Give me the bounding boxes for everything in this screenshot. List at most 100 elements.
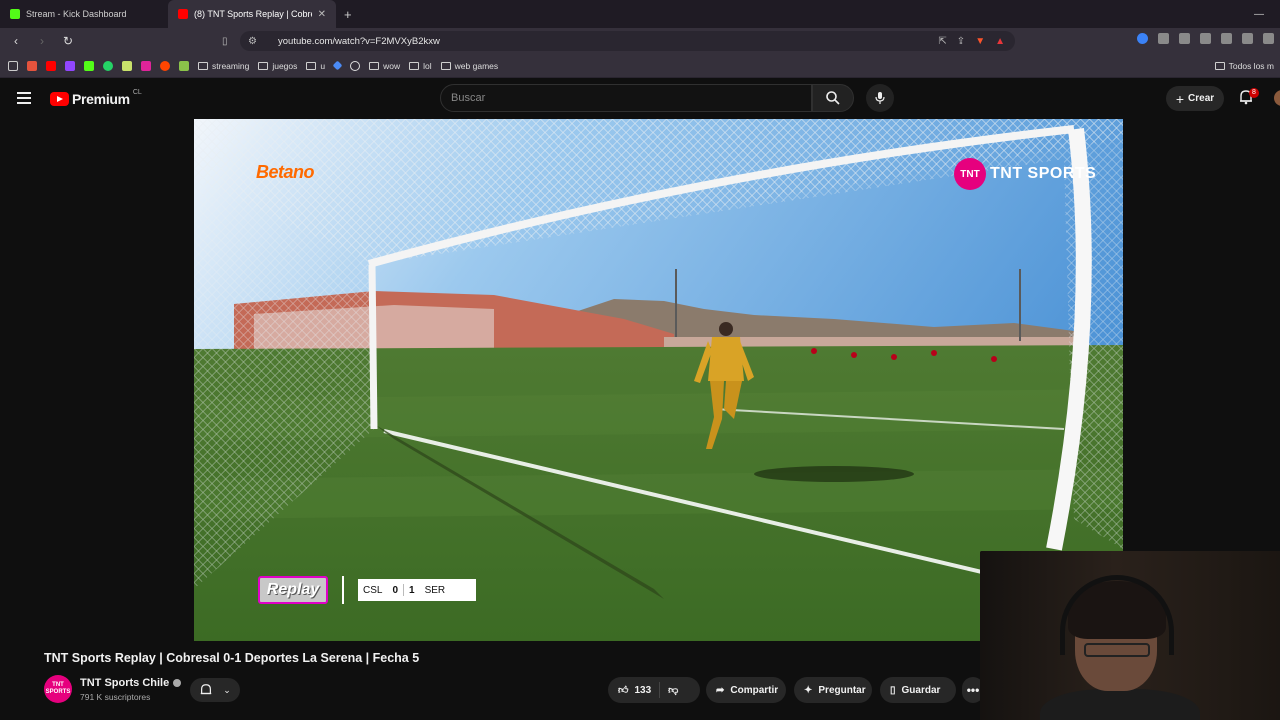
glasses-icon bbox=[1084, 643, 1150, 657]
reload-icon[interactable]: ↻ bbox=[60, 34, 76, 48]
reddit-icon[interactable] bbox=[160, 60, 170, 71]
music-icon[interactable] bbox=[1200, 33, 1211, 44]
wallet-icon[interactable] bbox=[1242, 33, 1253, 44]
folder-icon bbox=[258, 61, 269, 70]
like-dislike-group: 👍︎ 133 👎︎ bbox=[608, 677, 700, 703]
bookmark-label: web games bbox=[454, 60, 499, 71]
webcam-overlay bbox=[980, 551, 1280, 720]
bookmark-folder-juegos[interactable]: juegos bbox=[258, 61, 297, 71]
brave-shield-icon[interactable]: ▼ bbox=[975, 36, 985, 47]
youtube-header: Premium CL + Crear 8 bbox=[0, 79, 1280, 119]
brave-rewards-icon[interactable]: ▲ bbox=[995, 36, 1005, 47]
search-input[interactable] bbox=[441, 85, 811, 111]
create-label: Crear bbox=[1188, 93, 1215, 104]
video-title: TNT Sports Replay | Cobresal 0-1 Deporte… bbox=[44, 651, 420, 665]
folder-icon bbox=[369, 61, 380, 70]
apps-grid-icon[interactable] bbox=[8, 60, 18, 71]
youtube-logo[interactable]: Premium CL bbox=[50, 89, 142, 107]
score-divider bbox=[342, 576, 344, 604]
picarto-icon[interactable] bbox=[141, 60, 151, 71]
save-label: Guardar bbox=[901, 684, 941, 696]
dislike-button[interactable]: 👎︎ bbox=[660, 684, 678, 696]
youtube-icon[interactable] bbox=[46, 60, 56, 71]
bell-icon bbox=[200, 684, 212, 695]
new-tab-button[interactable]: + bbox=[336, 7, 360, 22]
bookmark-label: streaming bbox=[212, 60, 250, 71]
tab-title: Stream - Kick Dashboard bbox=[26, 9, 127, 19]
twitch-icon[interactable] bbox=[65, 60, 75, 71]
user-icon[interactable] bbox=[179, 60, 189, 71]
share-page-icon[interactable]: ⇪ bbox=[957, 36, 965, 47]
sparkle-icon: ✦ bbox=[804, 684, 813, 696]
search-button[interactable] bbox=[812, 84, 854, 112]
whatsapp-icon[interactable] bbox=[103, 60, 113, 71]
share-label: Compartir bbox=[730, 684, 779, 696]
search-icon bbox=[826, 91, 840, 105]
save-button[interactable]: ▯ Guardar bbox=[880, 677, 956, 703]
extensions-row bbox=[1137, 33, 1274, 44]
broadcaster-name: TNT SPORTS bbox=[990, 165, 1097, 182]
sidebar-icon[interactable] bbox=[1221, 33, 1232, 44]
gemini-icon[interactable] bbox=[332, 60, 343, 71]
menu-icon[interactable] bbox=[17, 92, 31, 107]
vpn-icon[interactable] bbox=[1263, 33, 1274, 44]
ask-label: Preguntar bbox=[818, 684, 866, 696]
bookmark-label: u bbox=[320, 60, 326, 71]
kick-icon[interactable] bbox=[84, 60, 94, 71]
window-controls: — bbox=[1254, 9, 1280, 20]
bookmark-folder-u[interactable]: u bbox=[306, 61, 325, 71]
youtube-play-icon bbox=[50, 92, 69, 106]
scoreboard: CSL 0 1 SER bbox=[358, 579, 476, 601]
subscriber-count: 791 K suscriptores bbox=[80, 692, 151, 702]
away-team: SER bbox=[424, 584, 446, 596]
account-avatar[interactable] bbox=[1274, 90, 1280, 106]
share-button[interactable]: ➦ Compartir bbox=[706, 677, 786, 703]
tab-title: (8) TNT Sports Replay | Cobre bbox=[194, 9, 312, 19]
channel-avatar-text: TNT SPORTS bbox=[45, 682, 71, 695]
bookmarks-bar: streaming juegos u wow lol web games Tod… bbox=[0, 54, 1280, 78]
close-tab-icon[interactable]: ✕ bbox=[318, 9, 326, 20]
puzzle-icon[interactable] bbox=[1158, 33, 1169, 44]
channel-avatar[interactable]: TNT SPORTS bbox=[44, 675, 72, 703]
zedge-icon[interactable] bbox=[122, 60, 132, 71]
replay-badge: Replay bbox=[258, 576, 328, 604]
microphone-icon bbox=[875, 92, 885, 104]
bookmark-folder-streaming[interactable]: streaming bbox=[198, 61, 249, 71]
tab-kick-dashboard[interactable]: Stream - Kick Dashboard bbox=[0, 0, 168, 28]
site-settings-icon[interactable]: ⚙ bbox=[248, 36, 257, 47]
ask-button[interactable]: ✦ Preguntar bbox=[794, 677, 872, 703]
notification-count-badge: 8 bbox=[1249, 88, 1259, 98]
voice-search-button[interactable] bbox=[866, 84, 894, 112]
bookmark-label: Todos los m bbox=[1228, 60, 1274, 71]
gmail-icon[interactable] bbox=[27, 60, 37, 71]
address-bar[interactable]: ▯ ⚙ youtube.com/watch?v=F2MVXyB2kxw ⇱ ⇪ … bbox=[222, 31, 1015, 51]
extension-icon[interactable] bbox=[1137, 33, 1148, 44]
create-button[interactable]: + Crear bbox=[1166, 86, 1224, 111]
broadcaster-logo: TNT TNT SPORTS bbox=[954, 158, 1096, 190]
thumbs-up-icon: 👍︎ bbox=[618, 685, 629, 696]
like-count: 133 bbox=[634, 684, 652, 696]
open-external-icon[interactable]: ⇱ bbox=[938, 36, 946, 47]
forward-icon[interactable]: › bbox=[34, 34, 50, 48]
bookmark-icon[interactable]: ▯ bbox=[222, 36, 228, 47]
all-bookmarks-folder[interactable]: Todos los m bbox=[1214, 60, 1274, 71]
minimize-icon[interactable]: — bbox=[1254, 9, 1264, 20]
back-icon[interactable]: ‹ bbox=[8, 34, 24, 48]
chevron-down-icon: ⌄ bbox=[223, 684, 231, 695]
bookmark-folder-web-games[interactable]: web games bbox=[440, 60, 499, 71]
subscription-bell-button[interactable]: ⌄ bbox=[190, 678, 240, 702]
bookmark-folder-lol[interactable]: lol bbox=[409, 61, 432, 71]
chatgpt-icon[interactable] bbox=[350, 60, 361, 71]
tab-youtube[interactable]: (8) TNT Sports Replay | Cobre ✕ bbox=[168, 0, 336, 28]
logo-text: Premium bbox=[72, 91, 130, 107]
bookmark-folder-wow[interactable]: wow bbox=[369, 61, 400, 71]
channel-name: TNT Sports Chile bbox=[80, 677, 170, 689]
home-team: CSL bbox=[363, 584, 383, 596]
bookmark-label: wow bbox=[383, 60, 401, 71]
folder-icon bbox=[1214, 61, 1225, 70]
channel-name-row[interactable]: TNT Sports Chile bbox=[80, 677, 182, 689]
extension-icon[interactable] bbox=[1179, 33, 1190, 44]
like-button[interactable]: 👍︎ 133 bbox=[608, 682, 661, 698]
bookmark-label: juegos bbox=[272, 60, 298, 71]
verified-icon bbox=[173, 679, 182, 687]
